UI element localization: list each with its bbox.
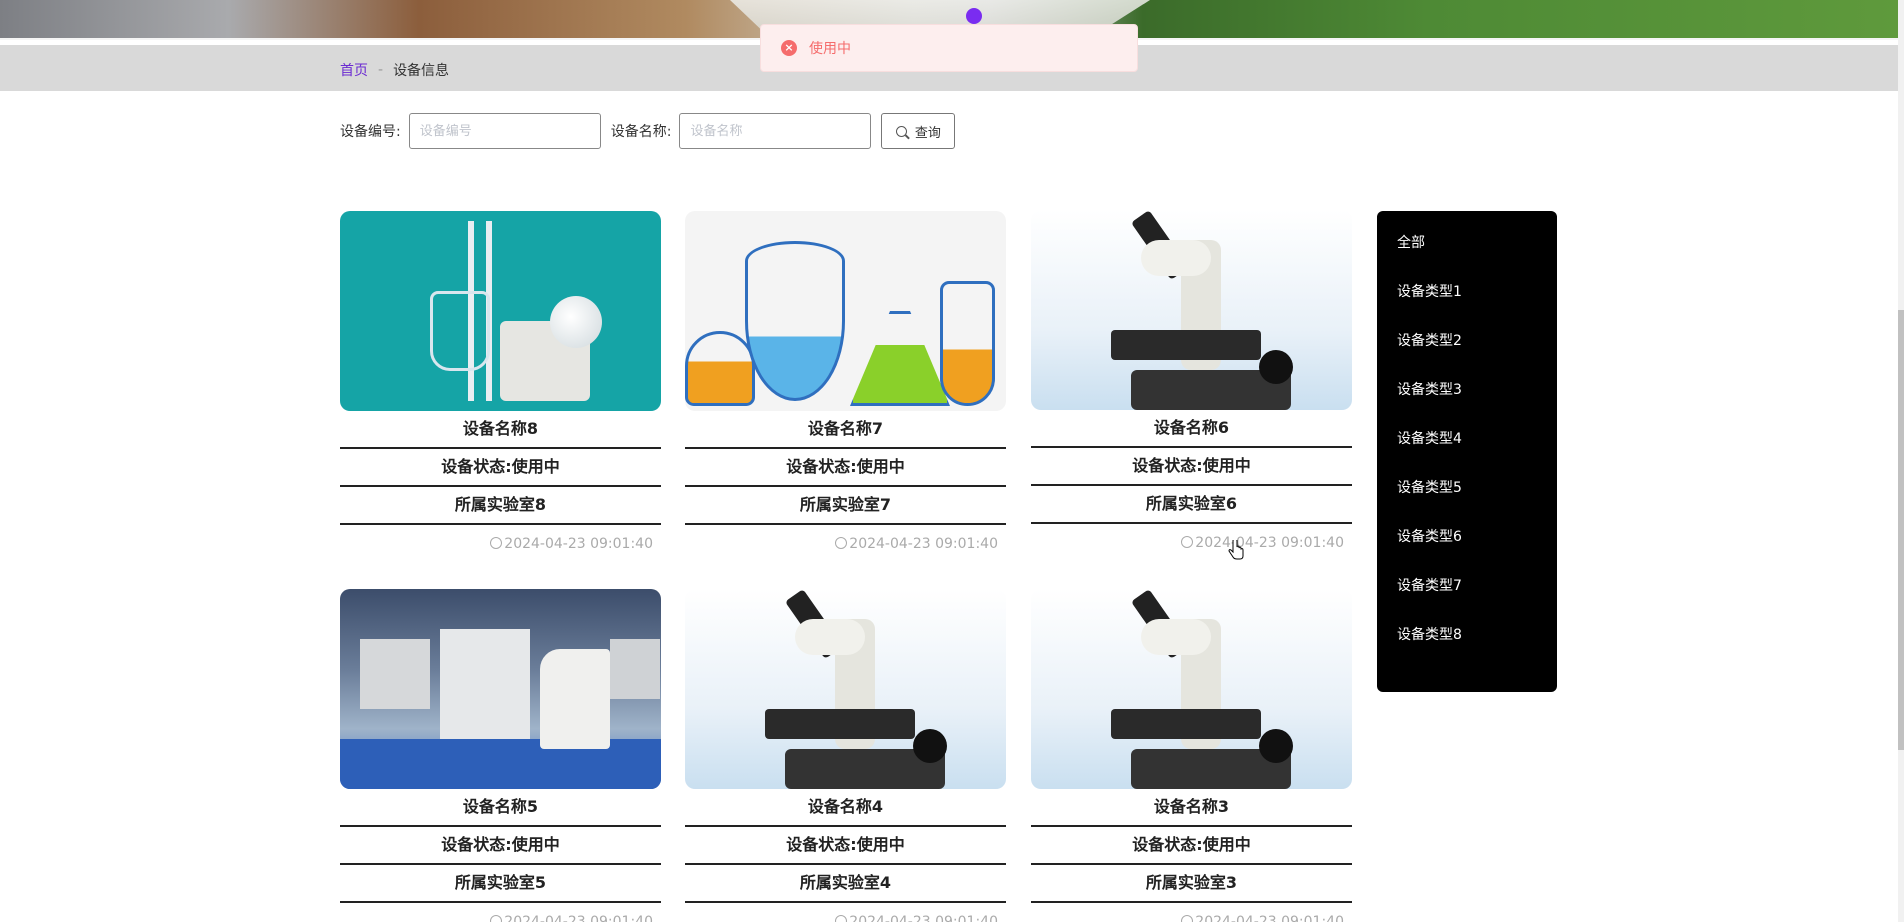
device-status: 设备状态:使用中: [340, 449, 661, 487]
image-detail: [1141, 619, 1211, 655]
image-detail: [1259, 729, 1293, 763]
sidebar-item-all[interactable]: 全部: [1377, 219, 1557, 268]
image-detail: [795, 619, 865, 655]
device-time-text: 2024-04-23 09:01:40: [504, 914, 653, 922]
device-time: 2024-04-23 09:01:40: [340, 903, 661, 922]
clock-icon: [835, 537, 848, 549]
device-time-text: 2024-04-23 09:01:40: [849, 914, 998, 922]
device-image-microscope[interactable]: [685, 589, 1006, 789]
device-image-flask-sketch[interactable]: [685, 211, 1006, 411]
device-name: 设备名称7: [685, 411, 1006, 449]
device-name: 设备名称6: [1031, 410, 1352, 448]
device-time: 2024-04-23 09:01:40: [685, 903, 1006, 922]
scrollbar-thumb[interactable]: [1898, 310, 1904, 750]
sidebar-item-type-3[interactable]: 设备类型3: [1377, 366, 1557, 415]
device-card[interactable]: 设备名称4 设备状态:使用中 所属实验室4 2024-04-23 09:01:4…: [685, 589, 1006, 922]
device-image-microscope[interactable]: [1031, 589, 1352, 789]
query-button[interactable]: 查询: [881, 113, 956, 149]
image-detail: [1111, 330, 1261, 360]
device-code-label: 设备编号:: [340, 124, 401, 140]
breadcrumb-separator: -: [378, 62, 384, 78]
sidebar-item-type-4[interactable]: 设备类型4: [1377, 415, 1557, 464]
query-button-label: 查询: [914, 125, 941, 141]
device-card[interactable]: 设备名称8 设备状态:使用中 所属实验室8 2024-04-23 09:01:4…: [340, 211, 661, 563]
device-name-input[interactable]: [679, 113, 872, 149]
image-detail: [850, 311, 950, 406]
device-image-rotary-evaporator[interactable]: [340, 211, 661, 411]
sidebar-item-type-7[interactable]: 设备类型7: [1377, 562, 1557, 611]
device-time: 2024-04-23 09:01:40: [685, 525, 1006, 563]
page-scrollbar[interactable]: [1898, 0, 1904, 922]
image-detail: [430, 291, 490, 371]
clock-icon: [1181, 915, 1194, 922]
image-detail: [765, 709, 915, 739]
device-name: 设备名称4: [685, 789, 1006, 827]
sidebar-item-type-5[interactable]: 设备类型5: [1377, 464, 1557, 513]
search-icon: [895, 125, 907, 137]
breadcrumb-home-link[interactable]: 首页: [340, 60, 368, 80]
device-time: 2024-04-23 09:01:40: [1031, 903, 1352, 922]
image-detail: [340, 739, 661, 789]
error-circle-icon: ×: [781, 40, 797, 56]
device-time: 2024-04-23 09:01:40: [340, 525, 661, 563]
device-lab: 所属实验室6: [1031, 486, 1352, 524]
device-time-text: 2024-04-23 09:01:40: [849, 536, 998, 552]
sidebar-item-type-6[interactable]: 设备类型6: [1377, 513, 1557, 562]
device-lab: 所属实验室3: [1031, 865, 1352, 903]
device-image-lab-instruments[interactable]: [340, 589, 661, 789]
image-detail: [440, 629, 530, 739]
device-time: 2024-04-23 09:01:40: [1031, 524, 1352, 562]
toast-message: 使用中: [809, 41, 851, 57]
device-status: 设备状态:使用中: [340, 827, 661, 865]
image-detail: [913, 729, 947, 763]
breadcrumb: 首页 - 设备信息: [340, 60, 449, 80]
device-lab: 所属实验室8: [340, 487, 661, 525]
image-detail: [1111, 709, 1261, 739]
banner-indicator-dot[interactable]: [966, 8, 982, 24]
device-name: 设备名称3: [1031, 789, 1352, 827]
sidebar-item-type-1[interactable]: 设备类型1: [1377, 268, 1557, 317]
device-time-text: 2024-04-23 09:01:40: [504, 536, 653, 552]
device-lab: 所属实验室5: [340, 865, 661, 903]
image-detail: [940, 281, 995, 406]
clock-icon: [835, 915, 848, 922]
image-detail: [610, 639, 660, 699]
sidebar-item-type-8[interactable]: 设备类型8: [1377, 611, 1557, 660]
hand-cursor-icon: [1228, 540, 1244, 560]
image-detail: [540, 649, 610, 749]
device-image-microscope[interactable]: [1031, 210, 1352, 410]
device-name: 设备名称8: [340, 411, 661, 449]
image-detail: [550, 296, 602, 348]
clock-icon: [1181, 536, 1194, 548]
device-time-text: 2024-04-23 09:01:40: [1195, 914, 1344, 922]
search-form: 设备编号: 设备名称: 查询: [340, 113, 956, 149]
sidebar-item-type-2[interactable]: 设备类型2: [1377, 317, 1557, 366]
device-code-input[interactable]: [408, 113, 601, 149]
device-status: 设备状态:使用中: [1031, 448, 1352, 486]
clock-icon: [490, 537, 503, 549]
device-card[interactable]: 设备名称3 设备状态:使用中 所属实验室3 2024-04-23 09:01:4…: [1031, 589, 1352, 922]
error-toast: × 使用中: [760, 24, 1138, 72]
device-name-label: 设备名称:: [610, 124, 672, 140]
image-detail: [745, 241, 845, 401]
clock-icon: [490, 915, 503, 922]
device-status: 设备状态:使用中: [1031, 827, 1352, 865]
device-type-sidebar: 全部 设备类型1 设备类型2 设备类型3 设备类型4 设备类型5 设备类型6 设…: [1377, 211, 1557, 692]
device-time-text: 2024-04-23 09:01:40: [1195, 535, 1344, 551]
image-detail: [685, 331, 755, 406]
device-lab: 所属实验室4: [685, 865, 1006, 903]
device-status: 设备状态:使用中: [685, 449, 1006, 487]
device-card[interactable]: 设备名称7 设备状态:使用中 所属实验室7 2024-04-23 09:01:4…: [685, 211, 1006, 563]
image-detail: [1259, 350, 1293, 384]
device-name: 设备名称5: [340, 789, 661, 827]
image-detail: [360, 639, 430, 709]
breadcrumb-current: 设备信息: [393, 63, 450, 79]
image-detail: [1141, 240, 1211, 276]
device-lab: 所属实验室7: [685, 487, 1006, 525]
device-card[interactable]: 设备名称6 设备状态:使用中 所属实验室6 2024-04-23 09:01:4…: [1031, 210, 1352, 562]
device-status: 设备状态:使用中: [685, 827, 1006, 865]
device-card[interactable]: 设备名称5 设备状态:使用中 所属实验室5 2024-04-23 09:01:4…: [340, 589, 661, 922]
